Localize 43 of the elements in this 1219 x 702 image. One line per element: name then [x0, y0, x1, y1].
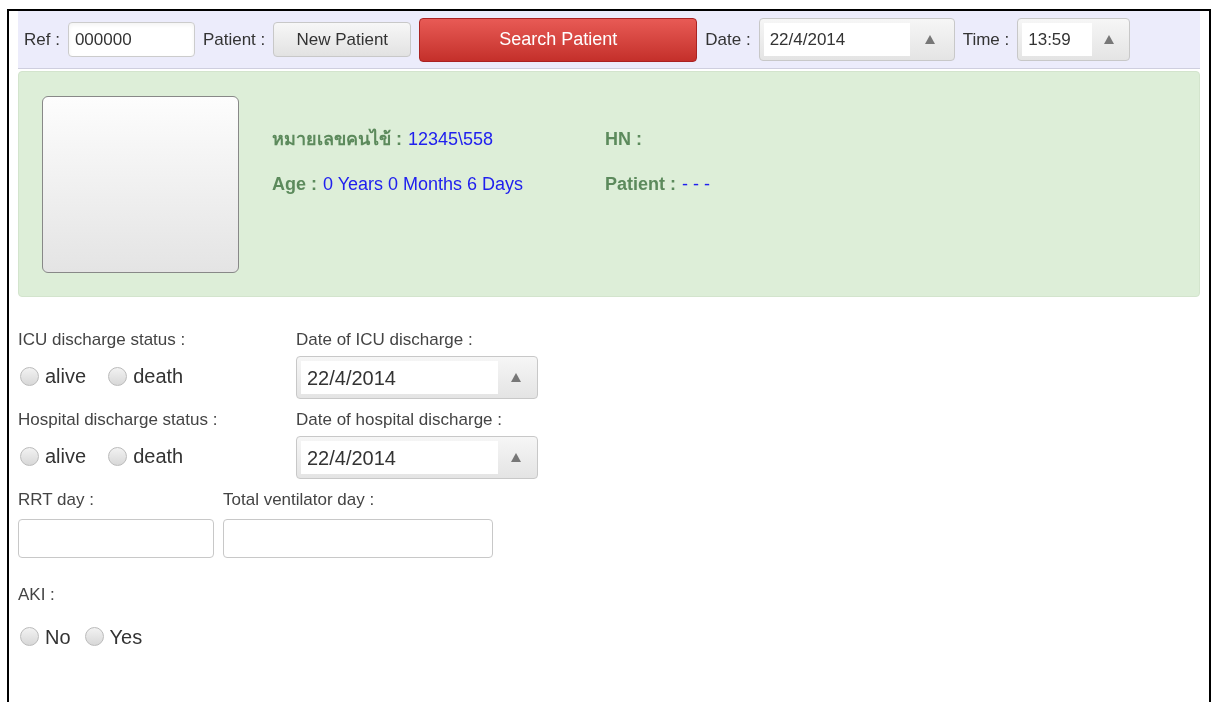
- radio-button[interactable]: [20, 366, 39, 386]
- radio-label[interactable]: No: [45, 621, 71, 652]
- field-label: Hospital discharge status :: [18, 409, 219, 429]
- radio-label[interactable]: alive: [45, 441, 87, 471]
- info-label: Age :: [272, 173, 317, 196]
- date-picker[interactable]: 22/4/2014: [296, 356, 538, 399]
- up-arrow-icon: [510, 373, 521, 382]
- info-value: - - -: [682, 173, 710, 196]
- info-label: HN :: [605, 128, 642, 151]
- radio-label[interactable]: death: [133, 441, 184, 471]
- number-input[interactable]: [223, 519, 493, 558]
- search-patient-button[interactable]: Search Patient: [419, 17, 698, 62]
- ref-input[interactable]: 000000: [67, 22, 195, 57]
- field-label: Date of hospital discharge :: [296, 409, 503, 429]
- field-label: RRT day :: [18, 489, 95, 509]
- time-picker[interactable]: 13:59: [1017, 18, 1131, 61]
- radio-button[interactable]: [108, 366, 128, 386]
- radio-label[interactable]: death: [133, 361, 184, 391]
- up-arrow-icon: [924, 35, 935, 44]
- field-label: Date of ICU discharge :: [296, 329, 474, 349]
- radio-label[interactable]: Yes: [109, 621, 143, 652]
- field-label: Date :: [705, 28, 751, 51]
- radio-label[interactable]: alive: [45, 361, 87, 391]
- info-label: Patient :: [605, 173, 676, 196]
- radio-button[interactable]: [84, 627, 104, 646]
- field-label: Patient :: [202, 28, 266, 51]
- info-value: 0 Years 0 Months 6 Days: [323, 173, 524, 196]
- field-label: Ref :: [24, 28, 60, 51]
- up-arrow-icon: [1103, 35, 1114, 44]
- field-label: Total ventilator day :: [223, 489, 376, 509]
- date-picker[interactable]: 22/4/2014: [758, 18, 955, 61]
- field-label: Time :: [962, 28, 1010, 51]
- radio-button[interactable]: [20, 446, 39, 466]
- info-label: หมายเลขคนไข้ :: [272, 127, 402, 151]
- field-label: AKI :: [18, 584, 56, 606]
- info-value: 12345\558: [408, 128, 494, 151]
- new-patient-button[interactable]: New Patient: [273, 22, 412, 57]
- radio-button[interactable]: [20, 627, 39, 646]
- date-picker[interactable]: 22/4/2014: [296, 436, 538, 479]
- up-arrow-icon: [510, 453, 521, 462]
- number-input[interactable]: [18, 519, 214, 558]
- field-label: ICU discharge status :: [18, 329, 187, 349]
- radio-button[interactable]: [108, 446, 128, 466]
